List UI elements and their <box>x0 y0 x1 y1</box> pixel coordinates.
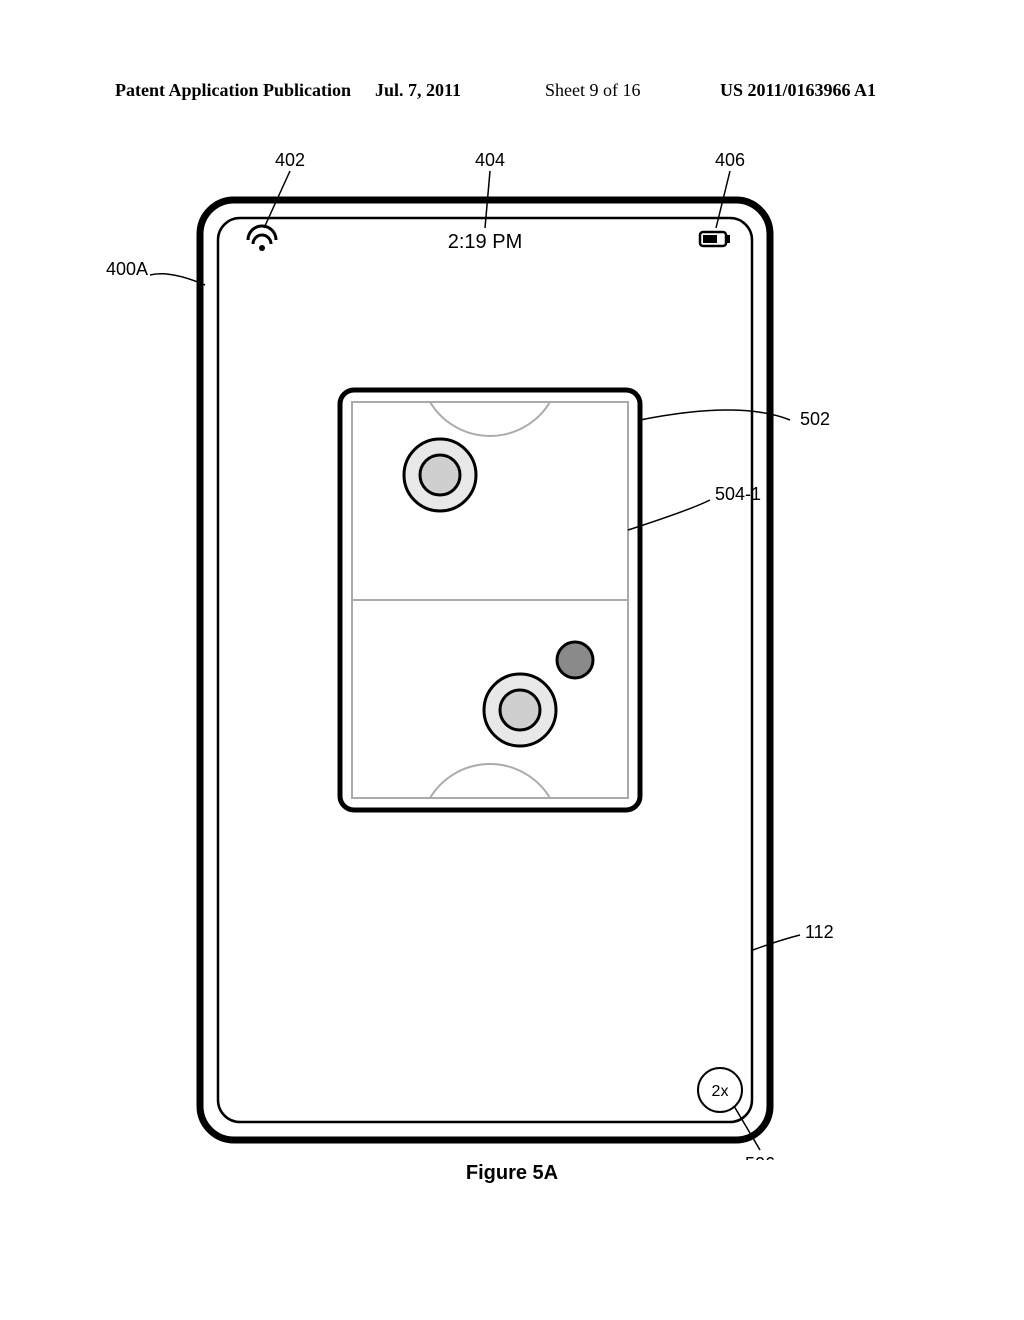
status-time: 2:19 PM <box>448 231 522 253</box>
callout-502: 502 <box>800 409 830 429</box>
callout-506: 506 <box>745 1154 775 1160</box>
figure-5a: 2:19 PM 2x 402 404 406 <box>0 100 1024 1250</box>
header-date: Jul. 7, 2011 <box>375 80 461 101</box>
callout-112: 112 <box>805 922 834 942</box>
zoom-button[interactable]: 2x <box>698 1068 742 1112</box>
figure-caption: Figure 5A <box>0 1162 1024 1185</box>
callout-402: 402 <box>275 150 305 170</box>
touchscreen[interactable] <box>218 218 752 1122</box>
callout-400a: 400A <box>106 259 148 279</box>
callout-404: 404 <box>475 150 505 170</box>
header-sheet: Sheet 9 of 16 <box>545 80 640 101</box>
callout-406: 406 <box>715 150 745 170</box>
header-publication: Patent Application Publication <box>115 80 351 101</box>
header-pubnum: US 2011/0163966 A1 <box>720 80 876 101</box>
callout-504-1: 504-1 <box>715 484 761 504</box>
zoom-button-label: 2x <box>712 1083 729 1100</box>
